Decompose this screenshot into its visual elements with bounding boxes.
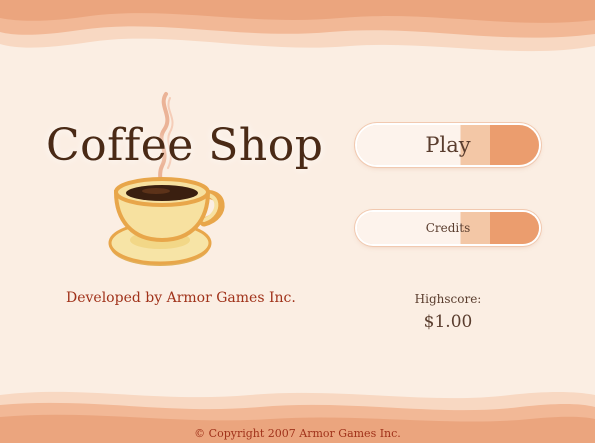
coffee-cup-icon — [104, 88, 234, 278]
play-button-label: Play — [425, 133, 471, 157]
game-title: Coffee Shop — [46, 120, 324, 171]
play-button[interactable]: Play — [357, 125, 539, 165]
top-wave-decoration — [0, 0, 595, 60]
credits-button[interactable]: Credits — [357, 212, 539, 244]
highscore-value: $1.00 — [423, 312, 473, 332]
credits-button-label: Credits — [425, 221, 471, 235]
main-menu-screen: Coffee Shop Developed by Armor Games Inc… — [0, 0, 595, 443]
copyright-text: © Copyright 2007 Armor Games Inc. — [194, 427, 401, 440]
highscore-label: Highscore: — [414, 292, 482, 306]
developer-credit: Developed by Armor Games Inc. — [66, 290, 296, 306]
